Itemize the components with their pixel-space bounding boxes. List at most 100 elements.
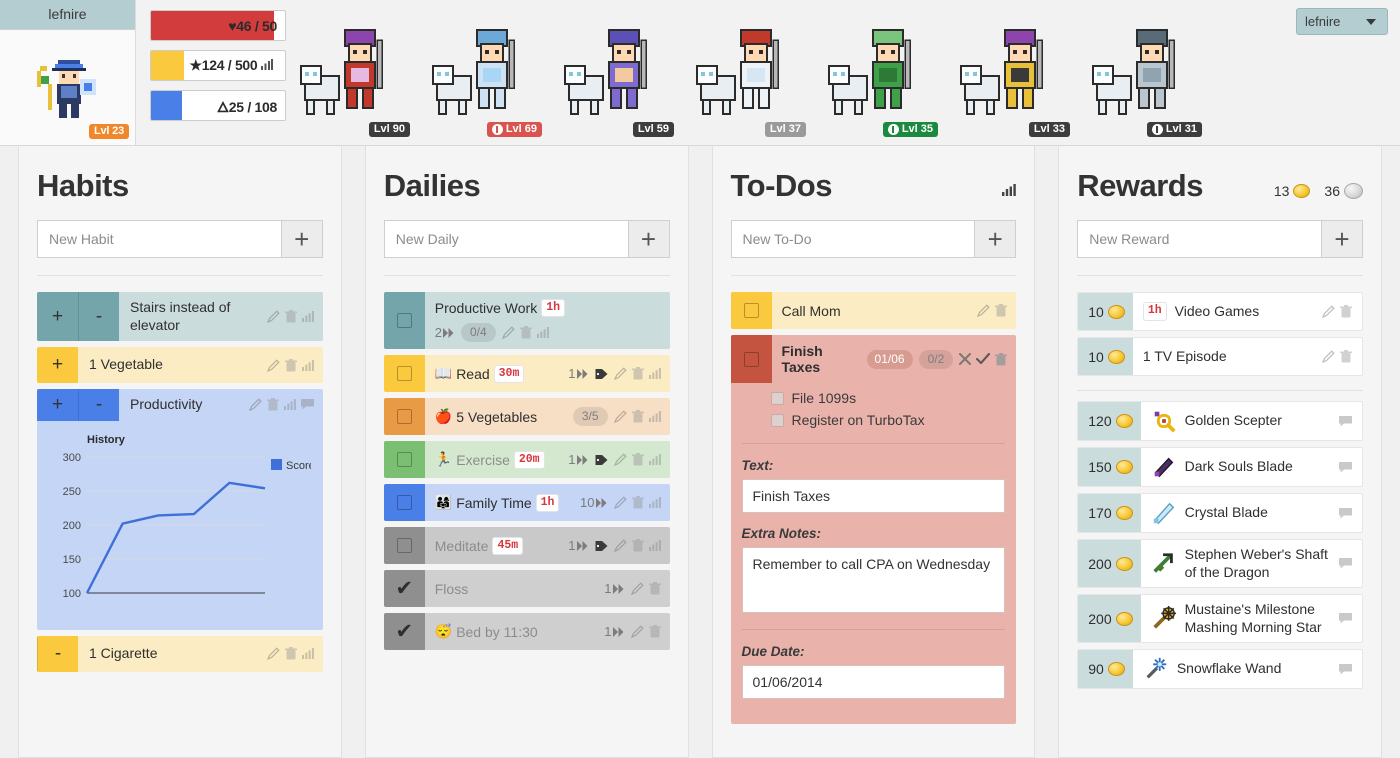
- history-chart-icon: [301, 359, 314, 371]
- daily-actions[interactable]: [501, 326, 549, 339]
- daily-checkbox[interactable]: [396, 495, 412, 510]
- reward-row[interactable]: 150 Dark Souls Blade: [1077, 447, 1363, 487]
- habit-plus-button[interactable]: +: [37, 347, 78, 383]
- reward-row[interactable]: 10 1h Video Games: [1077, 292, 1363, 331]
- add-habit-button[interactable]: +: [280, 220, 323, 258]
- daily-actions[interactable]: [630, 582, 661, 595]
- daily-check-cell[interactable]: [383, 527, 425, 564]
- daily-tag[interactable]: [595, 454, 608, 466]
- party-member[interactable]: Lvl 31: [1078, 7, 1206, 139]
- habit-row[interactable]: + - Productivity History 100 150 200 250 300 Scor…: [37, 389, 323, 630]
- daily-check-cell[interactable]: [383, 484, 425, 521]
- habit-minus-button[interactable]: -: [78, 389, 119, 421]
- party-member[interactable]: Lvl 33: [946, 7, 1074, 139]
- add-reward-button[interactable]: +: [1321, 220, 1363, 258]
- daily-actions[interactable]: [613, 367, 661, 380]
- reward-info[interactable]: [1339, 415, 1352, 427]
- daily-tag[interactable]: [595, 368, 608, 380]
- daily-row[interactable]: ✔ Floss 1: [383, 570, 670, 607]
- checklist-item[interactable]: Register on TurboTax: [770, 409, 1017, 431]
- daily-actions[interactable]: [613, 453, 661, 466]
- new-daily-input[interactable]: [383, 220, 628, 258]
- daily-check-cell[interactable]: [383, 355, 425, 392]
- party-member[interactable]: Lvl 35: [814, 7, 942, 139]
- todo-due-input[interactable]: [741, 665, 1006, 699]
- habit-plus-button[interactable]: +: [37, 389, 78, 421]
- avatar[interactable]: Lvl 23: [0, 30, 135, 145]
- daily-actions[interactable]: [630, 625, 661, 638]
- reward-row[interactable]: 170 Crystal Blade: [1077, 493, 1363, 533]
- reward-row[interactable]: 10 1 TV Episode: [1077, 337, 1363, 376]
- daily-check-cell[interactable]: ✔: [383, 613, 425, 650]
- todos-chart-icon[interactable]: [1002, 178, 1017, 196]
- new-habit-input[interactable]: [37, 220, 281, 258]
- stats-chart-icon[interactable]: [257, 57, 273, 73]
- daily-checkbox[interactable]: [396, 366, 412, 381]
- daily-check-cell[interactable]: [383, 441, 425, 478]
- reward-info[interactable]: [1339, 558, 1352, 569]
- reward-actions[interactable]: [1322, 305, 1352, 318]
- todo-text-input[interactable]: [741, 479, 1006, 513]
- party-member[interactable]: Lvl 59: [550, 7, 678, 139]
- todo-actions[interactable]: [977, 304, 1008, 317]
- reward-actions[interactable]: [1322, 350, 1352, 363]
- daily-actions[interactable]: [613, 410, 661, 423]
- habit-minus-button[interactable]: -: [37, 635, 78, 672]
- habit-row[interactable]: +1 Vegetable: [37, 347, 323, 383]
- reward-info[interactable]: [1339, 507, 1352, 519]
- todo-notes-input[interactable]: Remember to call CPA on Wednesday: [741, 547, 1006, 613]
- party-member[interactable]: Lvl 69: [418, 7, 546, 139]
- health-bar[interactable]: ♥46 / 50: [150, 10, 286, 41]
- checklist-item[interactable]: File 1099s: [770, 387, 1017, 409]
- daily-tag[interactable]: [595, 540, 608, 552]
- habit-minus-button[interactable]: -: [78, 292, 119, 341]
- add-todo-button[interactable]: +: [974, 220, 1017, 258]
- todo-check-cell[interactable]: [730, 292, 772, 329]
- party-member[interactable]: Lvl 90: [286, 7, 414, 139]
- daily-streak: 1: [604, 581, 624, 596]
- daily-row[interactable]: 📖 Read 30m 1: [383, 355, 670, 392]
- rewards-divider: [1077, 275, 1363, 276]
- reward-row[interactable]: 200 Mustaine's Milestone Mashing Morning …: [1077, 594, 1363, 643]
- daily-row[interactable]: ✔ 😴 Bed by 11:30 1: [383, 613, 670, 650]
- daily-checkbox[interactable]: [396, 409, 412, 424]
- todo-row[interactable]: Call Mom: [730, 292, 1017, 329]
- add-daily-button[interactable]: +: [627, 220, 670, 258]
- reward-row[interactable]: 90 Snowflake Wand: [1077, 649, 1363, 689]
- checklist-checkbox[interactable]: [770, 391, 784, 405]
- daily-checkbox[interactable]: [396, 452, 412, 467]
- crystal-blade-icon: [1153, 502, 1174, 525]
- daily-row[interactable]: Productive Work 1h 2 0/4: [383, 292, 670, 349]
- daily-check-cell[interactable]: ✔: [383, 570, 425, 607]
- todo-row[interactable]: Finish Taxes 01/06 0/2 File 1099s Register o…: [730, 335, 1017, 724]
- reward-row[interactable]: 120 Golden Scepter: [1077, 401, 1363, 441]
- daily-actions[interactable]: [613, 539, 661, 552]
- daily-row[interactable]: Meditate 45m 1: [383, 527, 670, 564]
- todo-check-cell[interactable]: [730, 335, 772, 383]
- daily-checkbox[interactable]: [396, 313, 412, 328]
- mana-bar[interactable]: 🜂25 / 108: [150, 90, 286, 121]
- party-member[interactable]: Lvl 37: [682, 7, 810, 139]
- habit-row[interactable]: -1 Cigarette: [37, 635, 323, 672]
- new-todo-input[interactable]: [730, 220, 975, 258]
- habit-row[interactable]: + - Stairs instead of elevator: [37, 292, 323, 341]
- habit-plus-button[interactable]: +: [37, 292, 78, 341]
- reward-info[interactable]: [1339, 613, 1352, 624]
- todo-checkbox[interactable]: [743, 303, 759, 318]
- daily-check-cell[interactable]: [383, 292, 425, 349]
- todo-actions[interactable]: [959, 352, 1008, 366]
- reward-info[interactable]: [1339, 663, 1352, 675]
- daily-row[interactable]: 🍎 5 Vegetables 3/5: [383, 398, 670, 435]
- checklist-checkbox[interactable]: [770, 413, 784, 427]
- daily-check-cell[interactable]: [383, 398, 425, 435]
- user-select[interactable]: lefnire: [1296, 8, 1388, 35]
- reward-row[interactable]: 200 Stephen Weber's Shaft of the Dragon: [1077, 539, 1363, 588]
- daily-row[interactable]: 👨‍👩‍👧 Family Time 1h 10: [383, 484, 670, 521]
- daily-checkbox[interactable]: [396, 538, 412, 553]
- experience-bar[interactable]: ★124 / 500: [150, 50, 286, 81]
- daily-actions[interactable]: [613, 496, 661, 509]
- todo-checkbox[interactable]: [743, 351, 759, 367]
- new-reward-input[interactable]: [1077, 220, 1321, 258]
- daily-row[interactable]: 🏃 Exercise 20m 1: [383, 441, 670, 478]
- reward-info[interactable]: [1339, 461, 1352, 473]
